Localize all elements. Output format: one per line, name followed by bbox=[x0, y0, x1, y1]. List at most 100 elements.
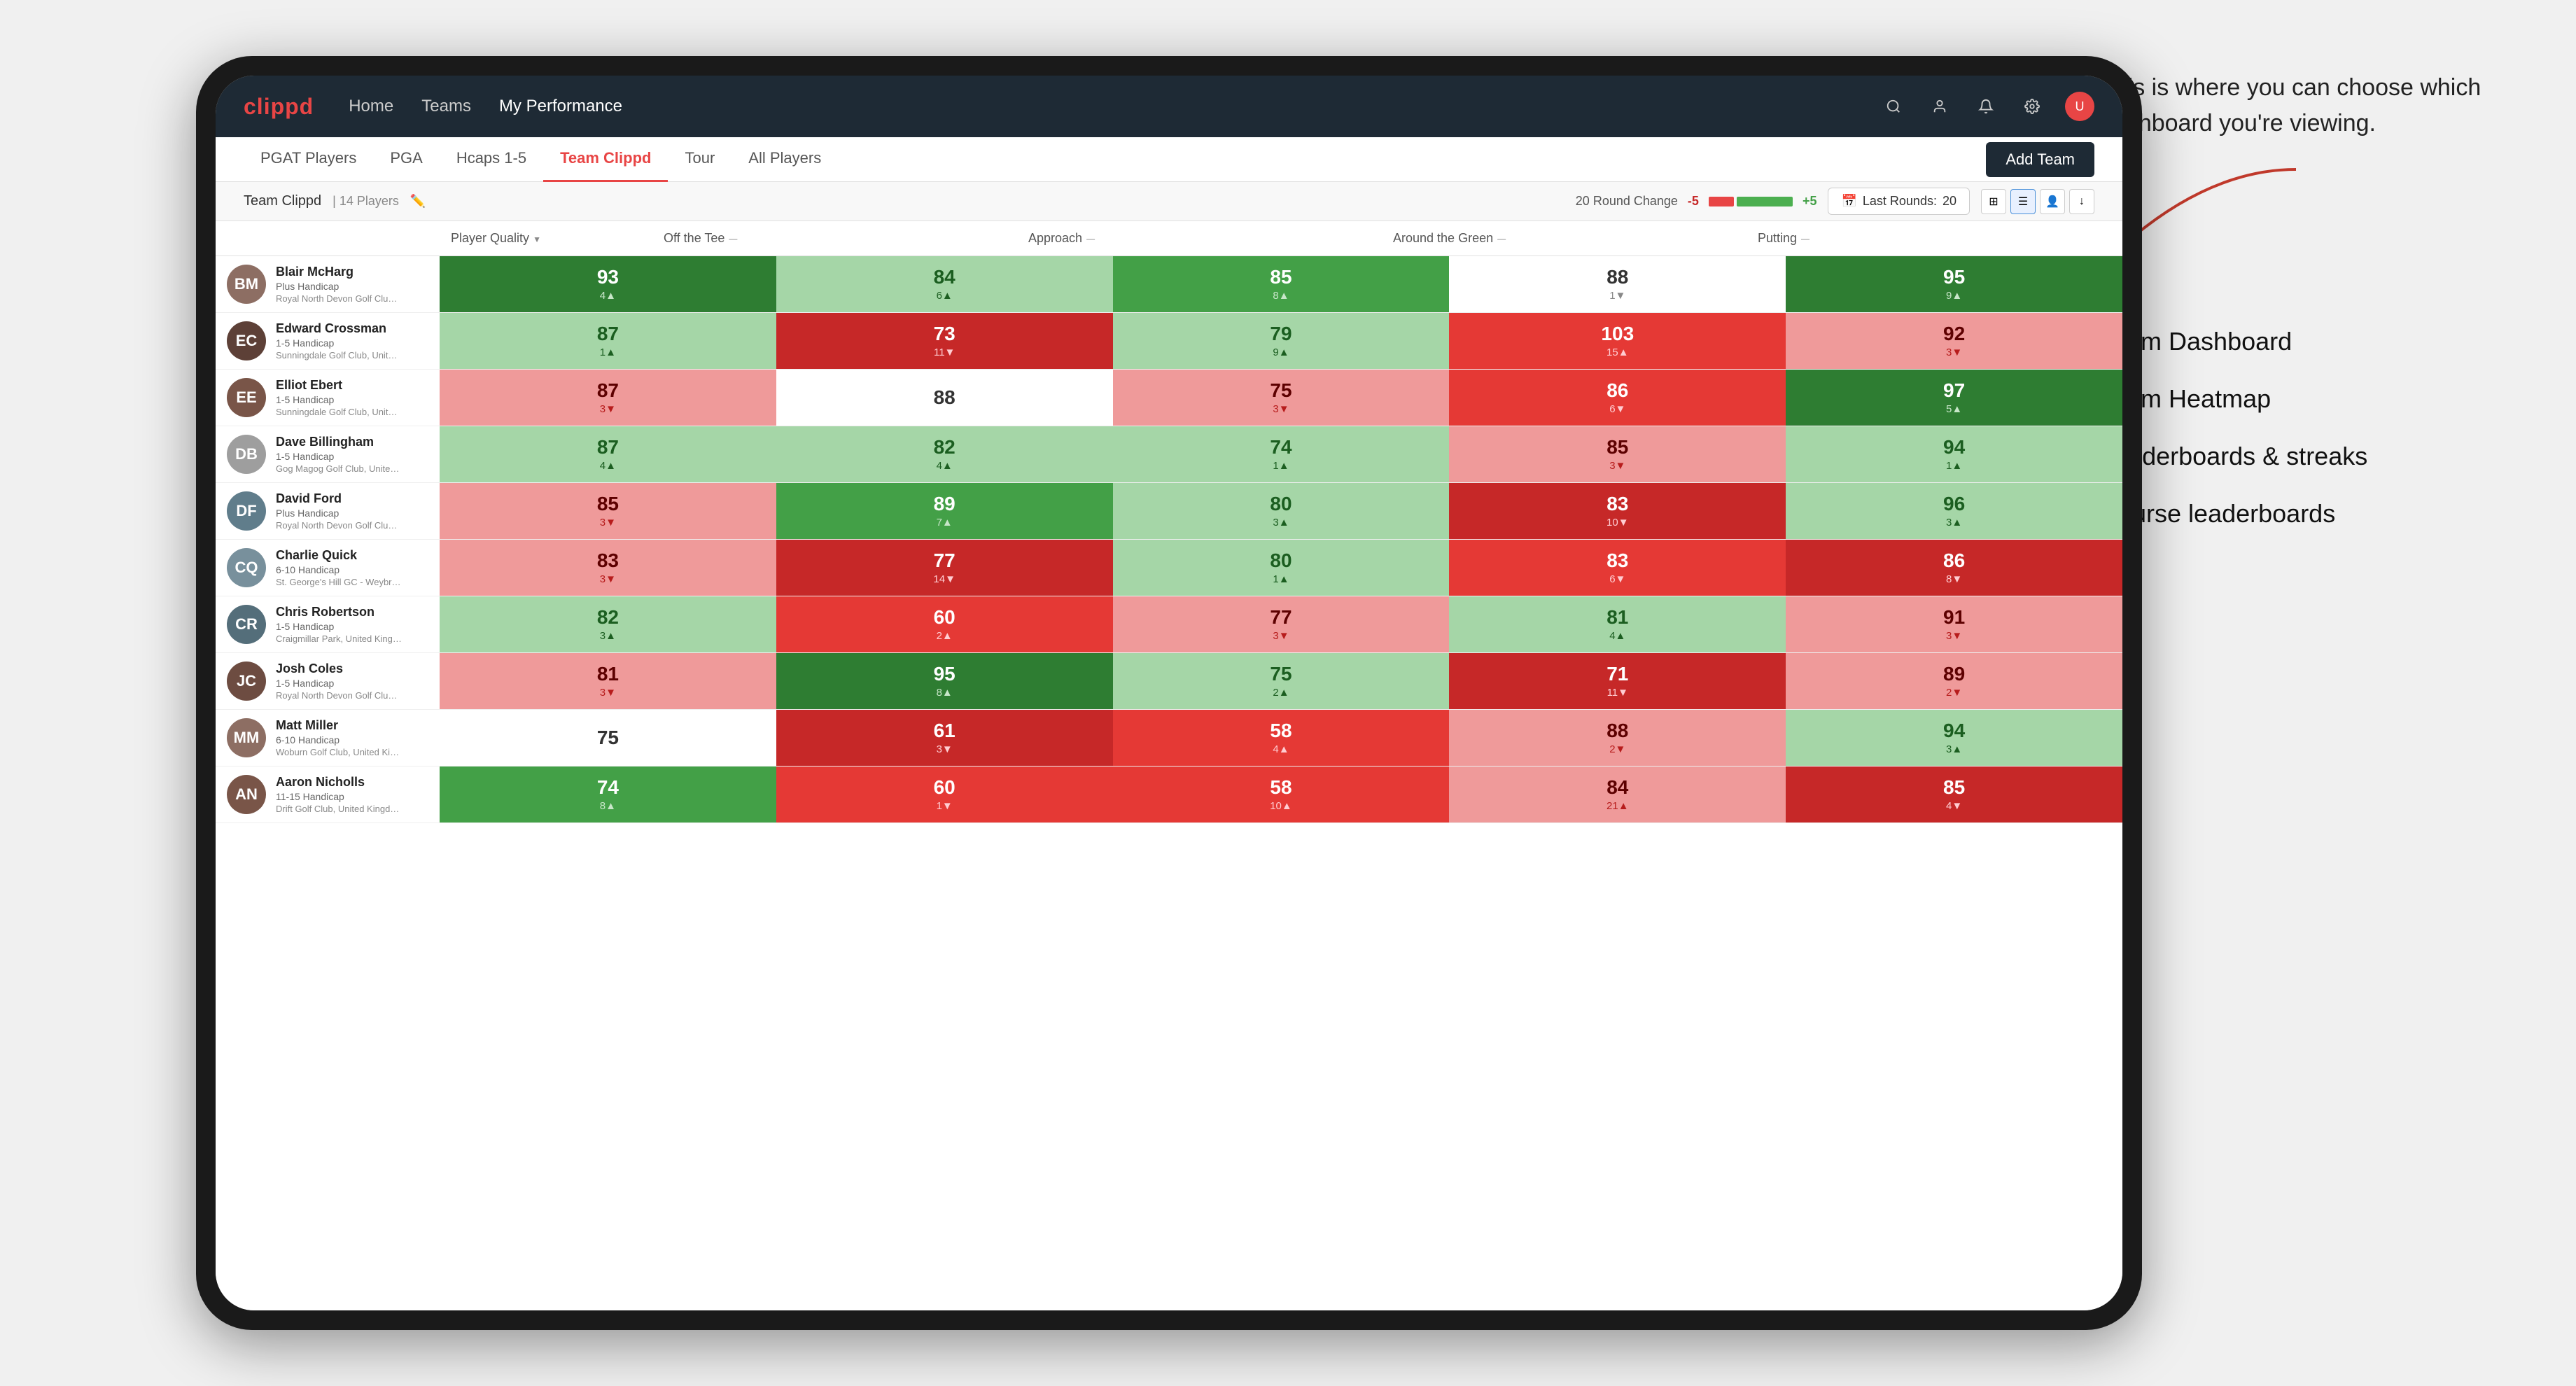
player-name: Blair McHarg bbox=[276, 265, 402, 279]
change-minus: -5 bbox=[1688, 194, 1699, 209]
stat-change: 3▼ bbox=[1609, 460, 1625, 472]
player-rows: BMBlair McHargPlus HandicapRoyal North D… bbox=[216, 256, 2122, 823]
table-row[interactable]: EEElliot Ebert1-5 HandicapSunningdale Go… bbox=[216, 370, 2122, 426]
stat-cell: 824▲ bbox=[776, 426, 1113, 482]
col-header-approach: Approach — bbox=[1028, 221, 1393, 255]
add-team-button[interactable]: Add Team bbox=[1986, 142, 2094, 177]
stat-value: 89 bbox=[1943, 664, 1965, 684]
subnav-allplayers[interactable]: All Players bbox=[732, 137, 838, 182]
stat-value: 80 bbox=[1270, 551, 1292, 570]
user-icon[interactable] bbox=[1926, 93, 1953, 120]
table-row[interactable]: BMBlair McHargPlus HandicapRoyal North D… bbox=[216, 256, 2122, 313]
stat-value: 85 bbox=[597, 494, 619, 514]
stat-value: 75 bbox=[1270, 381, 1292, 400]
stat-cell: 858▲ bbox=[1113, 256, 1450, 312]
table-row[interactable]: CRChris Robertson1-5 HandicapCraigmillar… bbox=[216, 596, 2122, 653]
stat-cell: 934▲ bbox=[440, 256, 776, 312]
stat-cell: 601▼ bbox=[776, 766, 1113, 822]
stat-value: 61 bbox=[934, 721, 955, 741]
stat-change: 1▼ bbox=[1609, 290, 1625, 302]
player-club: Royal North Devon Golf Club, United King… bbox=[276, 520, 402, 531]
stat-change: 3▼ bbox=[600, 517, 616, 528]
stat-change: 2▲ bbox=[937, 630, 953, 642]
stat-value: 85 bbox=[1943, 778, 1965, 797]
player-handicap: 1-5 Handicap bbox=[276, 394, 402, 405]
nav-item-myperformance[interactable]: My Performance bbox=[499, 97, 622, 116]
table-row[interactable]: DBDave Billingham1-5 HandicapGog Magog G… bbox=[216, 426, 2122, 483]
table-row[interactable]: ANAaron Nicholls11-15 HandicapDrift Golf… bbox=[216, 766, 2122, 823]
stat-value: 58 bbox=[1270, 778, 1292, 797]
stat-change: 9▲ bbox=[1946, 290, 1962, 302]
stat-cell: 833▼ bbox=[440, 540, 776, 596]
stat-change: 3▲ bbox=[1946, 743, 1962, 755]
stat-cell: 752▲ bbox=[1113, 653, 1450, 709]
grid-view-button[interactable]: ⊞ bbox=[1981, 189, 2006, 214]
subnav-pga[interactable]: PGA bbox=[373, 137, 439, 182]
settings-icon[interactable] bbox=[2019, 93, 2045, 120]
avatar: CQ bbox=[227, 548, 266, 587]
stat-value: 97 bbox=[1943, 381, 1965, 400]
table-view-button[interactable]: ☰ bbox=[2010, 189, 2036, 214]
annotation-tooltip-text: This is where you can choose which dashb… bbox=[2100, 70, 2548, 141]
avatar: DF bbox=[227, 491, 266, 531]
subnav-hcaps[interactable]: Hcaps 1-5 bbox=[440, 137, 543, 182]
player-details: Aaron Nicholls11-15 HandicapDrift Golf C… bbox=[276, 775, 402, 814]
edit-icon[interactable]: ✏️ bbox=[410, 194, 426, 209]
stat-value: 92 bbox=[1943, 324, 1965, 344]
stat-value: 87 bbox=[597, 438, 619, 457]
bell-icon[interactable] bbox=[1973, 93, 1999, 120]
nav-item-teams[interactable]: Teams bbox=[421, 97, 471, 116]
stat-cell: 602▲ bbox=[776, 596, 1113, 652]
navbar: clippd Home Teams My Performance bbox=[216, 76, 2122, 137]
stat-cell: 958▲ bbox=[776, 653, 1113, 709]
stat-change: 15▲ bbox=[1606, 346, 1629, 358]
table-row[interactable]: DFDavid FordPlus HandicapRoyal North Dev… bbox=[216, 483, 2122, 540]
player-details: Dave Billingham1-5 HandicapGog Magog Gol… bbox=[276, 435, 402, 474]
player-details: Chris Robertson1-5 HandicapCraigmillar P… bbox=[276, 605, 402, 644]
person-view-button[interactable]: 👤 bbox=[2040, 189, 2065, 214]
player-club: Woburn Golf Club, United Kingdom bbox=[276, 747, 402, 757]
stat-change: 6▲ bbox=[937, 290, 953, 302]
stat-value: 86 bbox=[1606, 381, 1628, 400]
nav-logo: clippd bbox=[244, 94, 314, 120]
avatar: MM bbox=[227, 718, 266, 757]
player-name: Aaron Nicholls bbox=[276, 775, 402, 790]
player-info: CQ Charlie Quick6-10 HandicapSt. George's… bbox=[216, 540, 440, 596]
stat-cell: 803▲ bbox=[1113, 483, 1450, 539]
download-button[interactable]: ↓ bbox=[2069, 189, 2094, 214]
table-row[interactable]: JCJosh Coles1-5 HandicapRoyal North Devo… bbox=[216, 653, 2122, 710]
calendar-icon: 📅 bbox=[1841, 194, 1856, 209]
nav-item-home[interactable]: Home bbox=[349, 97, 393, 116]
player-handicap: 11-15 Handicap bbox=[276, 791, 402, 802]
last-rounds-value: 20 bbox=[1942, 194, 1956, 209]
change-bar bbox=[1709, 197, 1793, 206]
stat-cell: 5810▲ bbox=[1113, 766, 1450, 822]
subnav-teamclippd[interactable]: Team Clippd bbox=[543, 137, 668, 182]
player-info: CRChris Robertson1-5 HandicapCraigmillar… bbox=[216, 596, 440, 652]
annotation-menu-item: Team Heatmap bbox=[2100, 370, 2548, 428]
stat-change: 8▲ bbox=[937, 687, 953, 699]
search-icon[interactable] bbox=[1880, 93, 1907, 120]
stat-change: 4▼ bbox=[1946, 800, 1962, 812]
table-row[interactable]: MMMatt Miller6-10 HandicapWoburn Golf Cl… bbox=[216, 710, 2122, 766]
stat-value: 94 bbox=[1943, 721, 1965, 741]
stat-change: 9▲ bbox=[1273, 346, 1289, 358]
team-name: Team Clippd bbox=[244, 193, 321, 209]
tablet-screen: clippd Home Teams My Performance bbox=[216, 76, 2122, 1310]
stat-value: 85 bbox=[1270, 267, 1292, 287]
last-rounds-button[interactable]: 📅 Last Rounds: 20 bbox=[1828, 188, 1970, 215]
subnav-pgat[interactable]: PGAT Players bbox=[244, 137, 373, 182]
change-plus: +5 bbox=[1802, 194, 1817, 209]
player-details: Charlie Quick6-10 HandicapSt. George's H… bbox=[276, 548, 402, 587]
nav-avatar[interactable]: U bbox=[2065, 92, 2094, 121]
table-row[interactable]: ECEdward Crossman1-5 HandicapSunningdale… bbox=[216, 313, 2122, 370]
stat-cell: 8421▲ bbox=[1449, 766, 1786, 822]
player-details: Blair McHargPlus HandicapRoyal North Dev… bbox=[276, 265, 402, 304]
stat-change: 1▼ bbox=[937, 800, 953, 812]
stat-value: 81 bbox=[597, 664, 619, 684]
stat-change: 3▼ bbox=[1273, 630, 1289, 642]
stat-value: 80 bbox=[1270, 494, 1292, 514]
subnav-tour[interactable]: Tour bbox=[668, 137, 732, 182]
stat-change: 3▼ bbox=[1946, 630, 1962, 642]
table-row[interactable]: CQ Charlie Quick6-10 HandicapSt. George's… bbox=[216, 540, 2122, 596]
